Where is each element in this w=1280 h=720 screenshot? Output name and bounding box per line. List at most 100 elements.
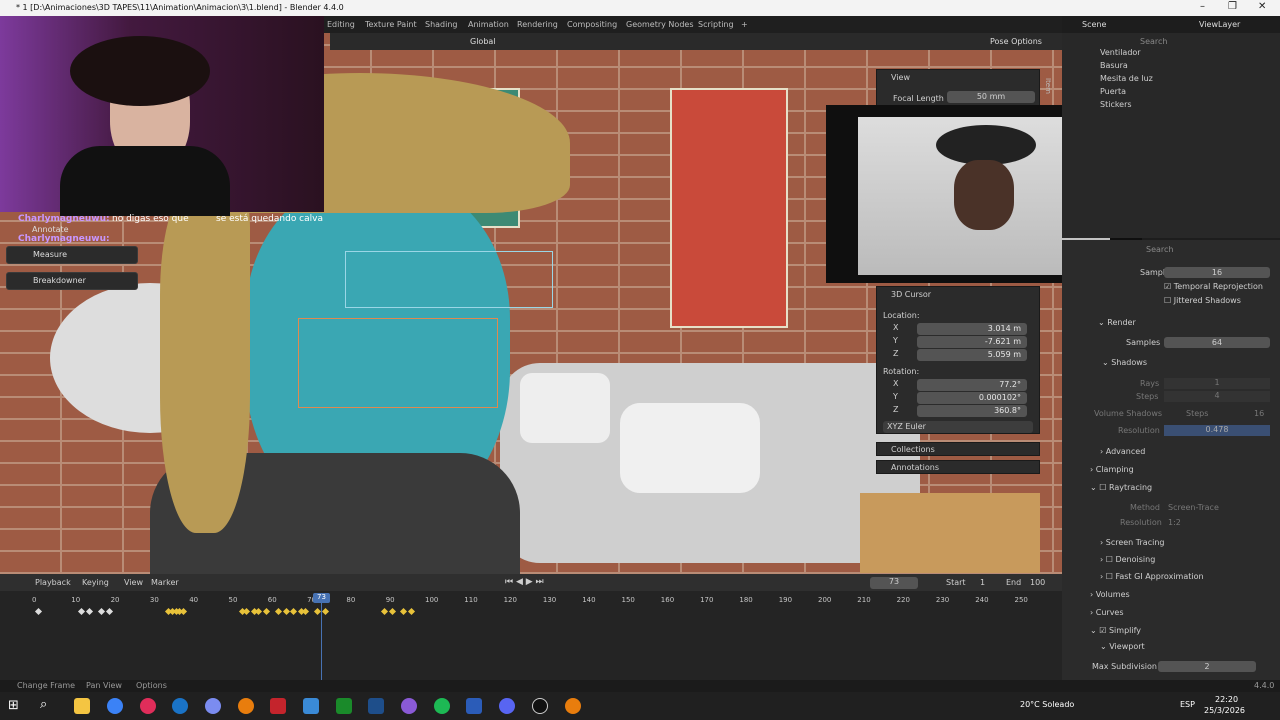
timeline-tick: 200 [818, 596, 832, 604]
max-subdivision-field[interactable]: 2 [1158, 661, 1256, 672]
rt-resolution-select[interactable]: 1:2 [1168, 518, 1181, 527]
discord-icon[interactable] [499, 698, 515, 714]
tab-shading[interactable]: Shading [425, 20, 458, 29]
playhead-frame[interactable]: 73 [313, 593, 330, 603]
jittered-shadows-checkbox[interactable]: ☐ Jittered Shadows [1164, 296, 1241, 305]
render-subpanel[interactable]: ⌄ Render [1098, 318, 1136, 327]
add-workspace-button[interactable]: + [741, 20, 748, 29]
cursor-rotation-z[interactable]: 360.8° [917, 405, 1027, 417]
panel-title[interactable]: View [891, 73, 910, 82]
app-icon[interactable] [205, 698, 221, 714]
shadows-subpanel[interactable]: ⌄ Shadows [1102, 358, 1147, 367]
annotations-panel[interactable]: Annotations [876, 460, 1040, 474]
denoising-subpanel[interactable]: › ☐ Denoising [1100, 555, 1155, 564]
tab-item[interactable]: Item [1044, 78, 1052, 94]
clock-date[interactable]: 25/3/2026 [1204, 706, 1245, 715]
clamping-panel[interactable]: › Clamping [1090, 465, 1134, 474]
chrome-icon[interactable] [107, 698, 123, 714]
playback-menu[interactable]: Playback [35, 578, 71, 587]
cursor-location-y[interactable]: -7.621 m [917, 336, 1027, 348]
tool-annotate[interactable]: Annotate [6, 222, 138, 240]
tab-texture-paint[interactable]: Texture Paint [365, 20, 417, 29]
temporal-reprojection-checkbox[interactable]: ☑ Temporal Reprojection [1164, 282, 1263, 291]
cursor-location-z[interactable]: 5.059 m [917, 349, 1027, 361]
keying-menu[interactable]: Keying [82, 578, 109, 587]
viewport-samples-field[interactable]: 16 [1164, 267, 1270, 278]
outliner-item[interactable]: Puerta [1100, 87, 1126, 96]
outliner-item[interactable]: Ventilador [1100, 48, 1141, 57]
tab-compositing[interactable]: Compositing [567, 20, 617, 29]
weather-widget[interactable]: 20°C Soleado [1020, 700, 1074, 709]
advanced-subpanel[interactable]: › Advanced [1100, 447, 1145, 456]
opera-icon[interactable] [140, 698, 156, 714]
curves-panel[interactable]: › Curves [1090, 608, 1124, 617]
vscode-icon[interactable] [368, 698, 384, 714]
file-explorer-icon[interactable] [74, 698, 90, 714]
rotation-mode-select[interactable]: XYZ Euler [883, 421, 1033, 433]
tab-editing[interactable]: Editing [327, 20, 355, 29]
word-icon[interactable] [466, 698, 482, 714]
pycharm-icon[interactable] [336, 698, 352, 714]
focal-length-field[interactable]: 50 mm [947, 91, 1035, 103]
tab-geometry-nodes[interactable]: Geometry Nodes [626, 20, 693, 29]
panel-title[interactable]: 3D Cursor [891, 290, 931, 299]
timeline-tick: 170 [700, 596, 714, 604]
volume-steps-value[interactable]: 16 [1254, 409, 1264, 418]
spotify-icon[interactable] [434, 698, 450, 714]
tab-animation[interactable]: Animation [468, 20, 509, 29]
shadow-resolution-field[interactable]: 0.478 [1164, 425, 1270, 436]
app-icon[interactable] [270, 698, 286, 714]
app-icon[interactable] [303, 698, 319, 714]
person-face [954, 160, 1014, 230]
marker-menu[interactable]: Marker [151, 578, 179, 587]
simplify-panel[interactable]: ⌄ ☑ Simplify [1090, 626, 1141, 635]
current-frame-field[interactable]: 73 [870, 577, 918, 589]
cursor-location-x[interactable]: 3.014 m [917, 323, 1027, 335]
edge-icon[interactable] [172, 698, 188, 714]
start-frame-field[interactable]: 1 [980, 578, 985, 587]
tab-scripting[interactable]: Scripting [698, 20, 734, 29]
close-icon[interactable]: ✕ [1258, 1, 1266, 12]
playhead-line[interactable] [321, 593, 322, 680]
viewport-subpanel[interactable]: ⌄ Viewport [1100, 642, 1145, 651]
maximize-icon[interactable]: ❐ [1228, 1, 1237, 12]
method-select[interactable]: Screen-Trace [1168, 503, 1219, 512]
tab-rendering[interactable]: Rendering [517, 20, 558, 29]
blender-icon[interactable] [238, 698, 254, 714]
outliner-item[interactable]: Mesita de luz [1100, 74, 1153, 83]
bone-control-box[interactable] [298, 318, 498, 408]
cursor-rotation-y[interactable]: 0.000102° [917, 392, 1027, 404]
blender-active-icon[interactable] [565, 698, 581, 714]
outliner-item[interactable]: Basura [1100, 61, 1128, 70]
windows-start-icon[interactable]: ⊞ [8, 698, 19, 713]
cursor-rotation-x[interactable]: 77.2° [917, 379, 1027, 391]
properties-search[interactable]: Search [1146, 245, 1173, 254]
obs-icon[interactable] [532, 698, 548, 714]
steps-field[interactable]: 4 [1164, 391, 1270, 402]
language-indicator[interactable]: ESP [1180, 700, 1195, 709]
volumes-panel[interactable]: › Volumes [1090, 590, 1130, 599]
pose-options-button[interactable]: Pose Options [990, 37, 1042, 46]
playback-controls[interactable]: ⏮ ◀ ▶ ⏭ [505, 577, 544, 587]
app-icon[interactable] [401, 698, 417, 714]
clock-time[interactable]: 22:20 [1215, 695, 1238, 704]
transform-orientation[interactable]: Global [470, 37, 496, 46]
tool-measure[interactable]: Measure [6, 246, 138, 264]
minimize-icon[interactable]: – [1200, 1, 1205, 12]
outliner-search[interactable]: Search [1140, 37, 1167, 46]
collections-panel[interactable]: Collections [876, 442, 1040, 456]
outliner-item[interactable]: Stickers [1100, 100, 1132, 109]
raytracing-panel[interactable]: ⌄ ☐ Raytracing [1090, 483, 1152, 492]
screen-tracing-subpanel[interactable]: › Screen Tracing [1100, 538, 1164, 547]
rays-field[interactable]: 1 [1164, 378, 1270, 389]
viewlayer-selector[interactable]: ViewLayer [1199, 20, 1240, 29]
axis-label: Z [893, 349, 899, 358]
tool-breakdowner[interactable]: Breakdowner [6, 272, 138, 290]
scene-selector[interactable]: Scene [1082, 20, 1106, 29]
bone-control-box[interactable] [345, 251, 553, 308]
fast-gi-subpanel[interactable]: › ☐ Fast GI Approximation [1100, 572, 1204, 581]
view-menu[interactable]: View [124, 578, 143, 587]
search-icon[interactable]: ⌕ [40, 697, 47, 712]
render-samples-field[interactable]: 64 [1164, 337, 1270, 348]
end-frame-field[interactable]: 100 [1030, 578, 1045, 587]
